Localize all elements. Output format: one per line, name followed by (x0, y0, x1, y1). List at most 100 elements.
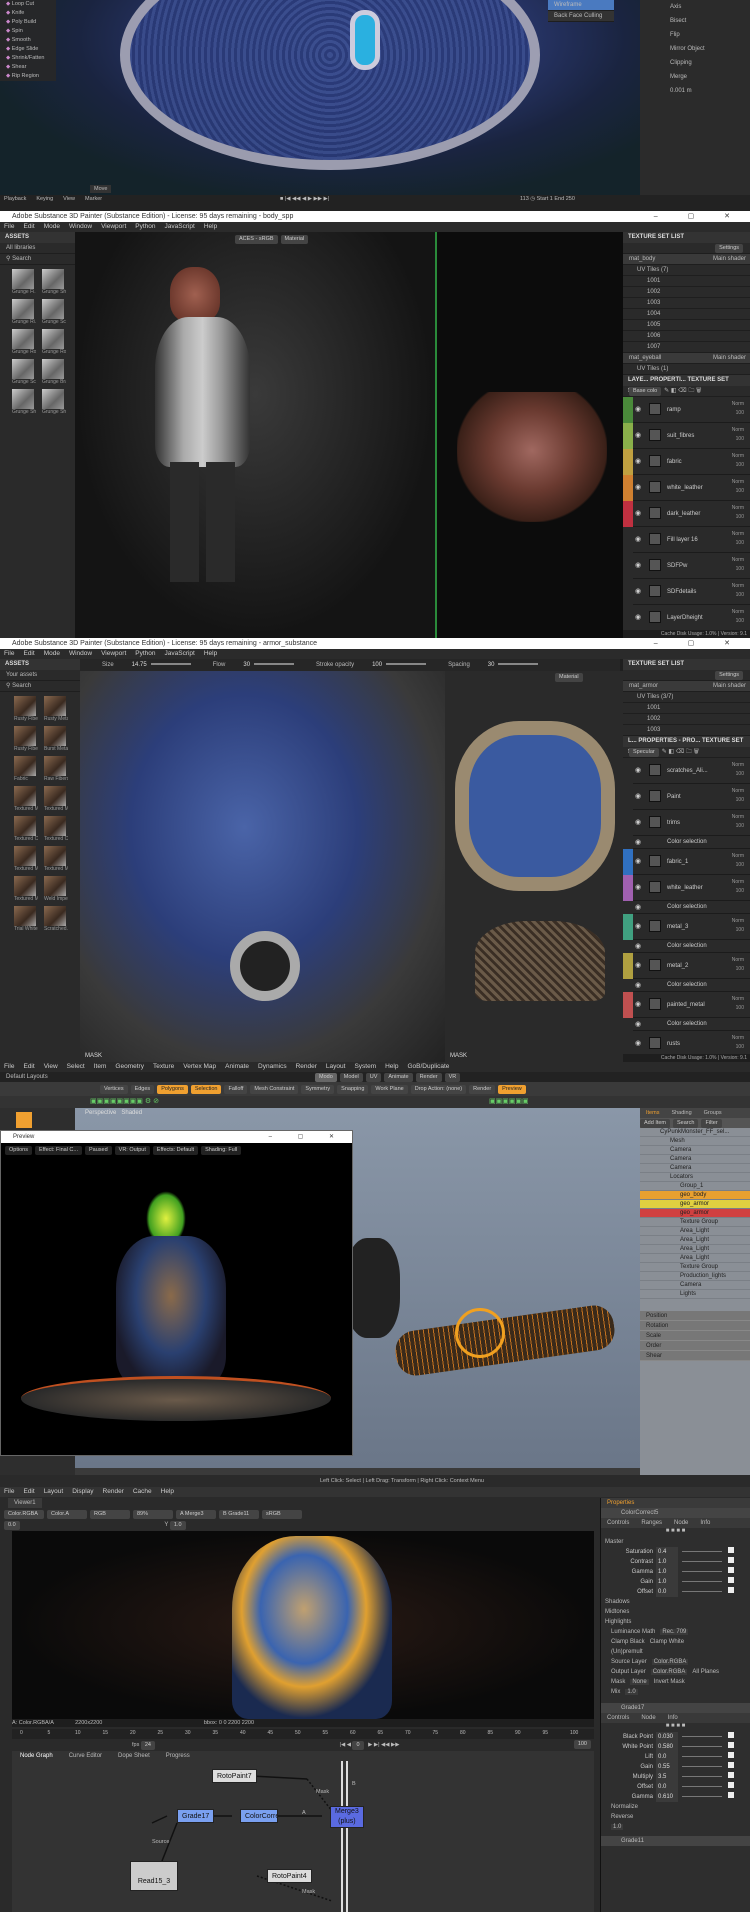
slider[interactable] (682, 1795, 722, 1797)
layer-item[interactable]: ◉ scratches_Ali... Norm 100 (623, 758, 750, 784)
property-value[interactable]: 3.5 (656, 1772, 678, 1782)
slider[interactable] (682, 1775, 722, 1777)
channel-select[interactable]: Base colo (629, 387, 662, 396)
texture-set-item[interactable]: 1001 (623, 703, 750, 714)
prop-clipping[interactable]: Clipping (640, 56, 750, 70)
library-selector[interactable]: Your assets (0, 670, 80, 681)
asset-thumbnail[interactable]: Scratched... (44, 904, 72, 934)
menu-render[interactable]: Render (296, 1063, 317, 1070)
toolbar-mesh-constraint[interactable]: Mesh Constraint (250, 1085, 299, 1094)
preview-option[interactable]: Effects: Default (152, 1146, 199, 1155)
property-src[interactable]: Source Layer (611, 1659, 647, 1665)
property-value[interactable]: 0.0 (656, 1752, 678, 1762)
layer-opacity[interactable]: 100 (732, 926, 744, 935)
layer-item[interactable]: ◉ Color selection (623, 901, 750, 914)
tab-node[interactable]: Node (674, 1520, 688, 1526)
layer-opacity[interactable]: 100 (732, 565, 744, 574)
window-controls[interactable]: – ▢ ✕ (654, 211, 744, 222)
asset-thumbnail[interactable]: Grunge Bra... (42, 357, 70, 387)
layer-item[interactable]: ◉ dark_leather Norm 100 (623, 501, 750, 527)
menu-render[interactable]: Render (103, 1488, 124, 1495)
asset-thumbnail[interactable]: Grunge Ro... (42, 327, 70, 357)
asset-thumbnail[interactable]: Grunge Sh... (12, 387, 40, 417)
menu-animate[interactable]: Animate (225, 1063, 249, 1070)
end-frame-field[interactable]: 100 (573, 1740, 591, 1749)
tab-ranges[interactable]: Ranges (641, 1520, 662, 1526)
node-merge3[interactable]: Merge3 (plus) (330, 1806, 364, 1828)
viewer-control-b-grade11[interactable]: B Grade11 (219, 1510, 259, 1519)
transform-scale[interactable]: Scale (640, 1331, 750, 1341)
texture-set-item[interactable]: 1002 (623, 714, 750, 725)
slider[interactable] (682, 1765, 722, 1767)
tab-controls[interactable]: Controls (607, 1520, 629, 1526)
preview-window[interactable]: Preview – ▢ ✕ Options Effect: Final C... Pa… (0, 1130, 353, 1456)
node-graph[interactable]: RotoPaint7 Grade17 ColorCorrect Merge3 (… (12, 1761, 594, 1912)
viewer-control-89[interactable]: 89% (133, 1510, 173, 1519)
property-value[interactable]: 0.580 (656, 1742, 678, 1752)
layer-opacity[interactable]: 100 (732, 770, 744, 779)
blend-mode[interactable]: Norm (732, 1034, 744, 1043)
playback-controls[interactable]: ■ |◀ ◀◀ ◀ ▶ ▶▶ ▶| (280, 195, 329, 203)
property-value[interactable]: 0.0 (656, 1782, 678, 1792)
layer-opacity[interactable]: 100 (732, 539, 744, 548)
visibility-eye-icon[interactable]: ◉ (635, 836, 641, 849)
search-input[interactable]: ⚲ Search (0, 681, 80, 692)
layout-tab-modo[interactable]: Modo (315, 1073, 337, 1082)
property-value[interactable]: 1.0 (656, 1557, 678, 1567)
color-mode-select[interactable]: ACES - sRGB (235, 235, 278, 244)
gamma-field[interactable]: 1.0 (169, 1521, 186, 1530)
panel-header-colorcorrect5[interactable]: ColorCorrect5 (601, 1508, 750, 1518)
prop-axis[interactable]: Axis (640, 0, 750, 14)
layer-item[interactable]: ◉ Paint Norm 100 (623, 784, 750, 810)
texture-set-item[interactable]: 1005 (623, 320, 750, 331)
tab-dope-sheet[interactable]: Dope Sheet (118, 1753, 150, 1759)
slider[interactable] (682, 1590, 722, 1592)
toolbar-selection[interactable]: Selection (190, 1085, 222, 1094)
menu-select[interactable]: Select (67, 1063, 85, 1070)
texture-set-item[interactable]: mat_eyeball Main shader (623, 353, 750, 364)
scene-item[interactable]: geo_armor (640, 1209, 750, 1218)
visibility-eye-icon[interactable]: ◉ (635, 901, 641, 914)
slider[interactable] (682, 1735, 722, 1737)
preview-option[interactable]: Paused (85, 1146, 112, 1155)
menu-edit[interactable]: Edit (23, 650, 34, 657)
blend-mode[interactable]: Norm (732, 556, 744, 565)
shading-type[interactable]: Shaded (121, 1110, 142, 1116)
scene-item[interactable]: Area_Light (640, 1245, 750, 1254)
start-frame[interactable]: 1 (550, 196, 553, 202)
scene-item[interactable]: Locators (640, 1173, 750, 1182)
asset-thumbnail[interactable]: Burst Metal (44, 724, 72, 754)
viewer-control-color-a[interactable]: Color.A (47, 1510, 87, 1519)
texture-set-item[interactable]: UV Tiles (3/7) (623, 692, 750, 703)
menu-javascript[interactable]: JavaScript (165, 650, 195, 657)
tool-option-value[interactable]: 30 (243, 662, 250, 668)
layer-item[interactable]: ◉ fabric Norm 100 (623, 449, 750, 475)
tab-node-graph[interactable]: Node Graph (20, 1753, 53, 1759)
viewer-control-a-merge3[interactable]: A Merge3 (176, 1510, 216, 1519)
property-out[interactable]: Output Layer (611, 1669, 646, 1675)
asset-thumbnail[interactable]: Raw Fibers (44, 754, 72, 784)
layer-opacity[interactable]: 100 (732, 461, 744, 470)
scene-tab-items[interactable]: Items (646, 1110, 659, 1116)
toolbar-symmetry[interactable]: Symmetry (301, 1085, 335, 1094)
property-src-v[interactable]: Color.RGBA (651, 1659, 689, 1665)
window-controls[interactable]: – ▢ ✕ (654, 638, 744, 649)
slider[interactable] (386, 663, 427, 666)
menu-system[interactable]: System (354, 1063, 376, 1070)
slider[interactable] (682, 1550, 722, 1552)
slider[interactable] (682, 1580, 722, 1582)
layer-opacity[interactable]: 100 (732, 887, 744, 896)
texture-set-item[interactable]: UV Tiles (7) (623, 265, 750, 276)
texture-set-item[interactable]: mat_body Main shader (623, 254, 750, 265)
2d-uv-view[interactable] (435, 232, 623, 638)
menu-file[interactable]: File (4, 650, 14, 657)
asset-thumbnail[interactable]: Grunge Sc... (42, 297, 70, 327)
blend-mode[interactable]: Norm (732, 452, 744, 461)
search-button[interactable]: Search (673, 1119, 699, 1128)
asset-thumbnail[interactable]: Textured M... (14, 844, 42, 874)
blend-mode[interactable]: Norm (732, 478, 744, 487)
color-swatch[interactable] (728, 1587, 734, 1593)
layout-selector[interactable]: Default Layouts (6, 1074, 48, 1080)
tab-viewer1[interactable]: Viewer1 (8, 1498, 42, 1508)
visibility-eye-icon[interactable]: ◉ (635, 940, 641, 953)
